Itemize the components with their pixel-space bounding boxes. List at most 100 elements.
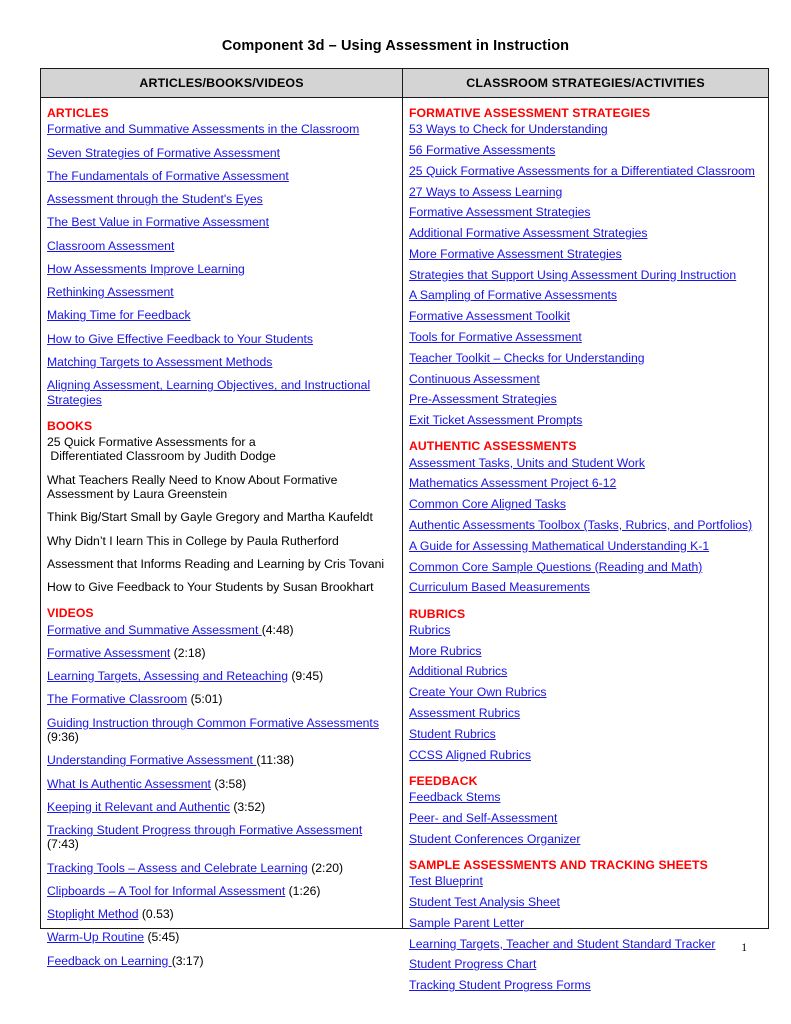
- resource-link-tools-for-formative-assessment[interactable]: Tools for Formative Assessment: [409, 330, 582, 344]
- resource-link-seven-strategies-of-formative-assessment[interactable]: Seven Strategies of Formative Assessment: [47, 146, 280, 160]
- resource-link-authentic-assessments-toolbox-tasks-rubrics-and-[interactable]: Authentic Assessments Toolbox (Tasks, Ru…: [409, 518, 752, 532]
- list-item: Assessment Tasks, Units and Student Work: [409, 456, 761, 470]
- resource-link-a-guide-for-assessing-mathematical-understanding[interactable]: A Guide for Assessing Mathematical Under…: [409, 539, 709, 553]
- video-duration: (2:20): [311, 860, 344, 875]
- resource-link-additional-rubrics[interactable]: Additional Rubrics: [409, 664, 507, 678]
- resource-link-53-ways-to-check-for-understanding[interactable]: 53 Ways to Check for Understanding: [409, 122, 608, 136]
- resource-link-rethinking-assessment[interactable]: Rethinking Assessment: [47, 285, 174, 299]
- resource-link-additional-formative-assessment-strategies[interactable]: Additional Formative Assessment Strategi…: [409, 226, 647, 240]
- resource-link-classroom-assessment[interactable]: Classroom Assessment: [47, 239, 174, 253]
- section-heading-videos: VIDEOS: [47, 606, 94, 621]
- video-duration: (3:17): [171, 953, 204, 968]
- list-item: Continuous Assessment: [409, 372, 761, 386]
- list-item: Student Progress Chart: [409, 957, 761, 971]
- list-item: Tools for Formative Assessment: [409, 330, 761, 344]
- right-column-content: FORMATIVE ASSESSMENT STRATEGIES 53 Ways t…: [403, 98, 768, 992]
- list-item: Why Didn’t I learn This in College by Pa…: [47, 534, 395, 548]
- resource-link-student-progress-chart[interactable]: Student Progress Chart: [409, 957, 536, 971]
- book-title-what-teachers-really-need-to-know-about-formativ: What Teachers Really Need to Know About …: [47, 472, 341, 501]
- list-item: 27 Ways to Assess Learning: [409, 185, 761, 199]
- resource-link-strategies-that-support-using-assessment-during-[interactable]: Strategies that Support Using Assessment…: [409, 268, 736, 282]
- list-item: Learning Targets, Assessing and Reteachi…: [47, 669, 395, 683]
- resource-link-formative-assessment[interactable]: Formative Assessment: [47, 646, 170, 660]
- resource-link-a-sampling-of-formative-assessments[interactable]: A Sampling of Formative Assessments: [409, 288, 617, 302]
- resource-link-feedback-on-learning[interactable]: Feedback on Learning: [47, 954, 172, 968]
- right-column-cell: FORMATIVE ASSESSMENT STRATEGIES 53 Ways t…: [402, 96, 769, 992]
- resource-link-formative-and-summative-assessments-in-the-class[interactable]: Formative and Summative Assessments in t…: [47, 122, 359, 136]
- resource-link-the-fundamentals-of-formative-assessment[interactable]: The Fundamentals of Formative Assessment: [47, 169, 289, 183]
- resource-link-tracking-tools-assess-and-celebrate-learning[interactable]: Tracking Tools – Assess and Celebrate Le…: [47, 861, 308, 875]
- resource-link-tracking-student-progress-through-formative-asse[interactable]: Tracking Student Progress through Format…: [47, 823, 362, 837]
- resource-link-warm-up-routine[interactable]: Warm-Up Routine: [47, 930, 144, 944]
- resource-link-assessment-through-the-student-s-eyes[interactable]: Assessment through the Student's Eyes: [47, 192, 263, 206]
- resource-link-common-core-sample-questions-reading-and-math[interactable]: Common Core Sample Questions (Reading an…: [409, 560, 702, 574]
- list-item: Student Conferences Organizer: [409, 832, 761, 846]
- list-item: Common Core Sample Questions (Reading an…: [409, 560, 761, 574]
- list-item: A Guide for Assessing Mathematical Under…: [409, 539, 761, 553]
- list-item: Additional Formative Assessment Strategi…: [409, 226, 761, 240]
- list-item: Stoplight Method (0.53): [47, 907, 395, 921]
- resource-link-56-formative-assessments[interactable]: 56 Formative Assessments: [409, 143, 555, 157]
- section-heading-authentic-assessments: AUTHENTIC ASSESSMENTS: [409, 439, 577, 454]
- resource-link-sample-parent-letter[interactable]: Sample Parent Letter: [409, 916, 524, 930]
- resource-link-student-rubrics[interactable]: Student Rubrics: [409, 727, 496, 741]
- resource-link-27-ways-to-assess-learning[interactable]: 27 Ways to Assess Learning: [409, 185, 562, 199]
- resource-link-guiding-instruction-through-common-formative-ass[interactable]: Guiding Instruction through Common Forma…: [47, 716, 379, 730]
- list-item: Warm-Up Routine (5:45): [47, 930, 395, 944]
- resource-link-assessment-rubrics[interactable]: Assessment Rubrics: [409, 706, 520, 720]
- resource-link-rubrics[interactable]: Rubrics: [409, 623, 450, 637]
- list-item: Think Big/Start Small by Gayle Gregory a…: [47, 510, 395, 524]
- book-title-think-big-start-small-by-gayle-gregory-and-marth: Think Big/Start Small by Gayle Gregory a…: [47, 510, 373, 525]
- resource-link-formative-and-summative-assessment[interactable]: Formative and Summative Assessment: [47, 623, 262, 637]
- resource-link-the-formative-classroom[interactable]: The Formative Classroom: [47, 692, 187, 706]
- resource-link-clipboards-a-tool-for-informal-assessment[interactable]: Clipboards – A Tool for Informal Assessm…: [47, 884, 285, 898]
- resource-link-the-best-value-in-formative-assessment[interactable]: The Best Value in Formative Assessment: [47, 215, 269, 229]
- resource-link-aligning-assessment-learning-objectives-and-inst[interactable]: Aligning Assessment, Learning Objectives…: [47, 378, 370, 406]
- video-duration: (3:52): [233, 799, 266, 814]
- list-item: More Rubrics: [409, 644, 761, 658]
- resource-link-ccss-aligned-rubrics[interactable]: CCSS Aligned Rubrics: [409, 748, 531, 762]
- resource-link-learning-targets-teacher-and-student-standard-tr[interactable]: Learning Targets, Teacher and Student St…: [409, 937, 715, 951]
- resources-table: ARTICLES/BOOKS/VIDEOS CLASSROOM STRATEGI…: [40, 67, 769, 992]
- list-item: Pre-Assessment Strategies: [409, 392, 761, 406]
- resource-link-matching-targets-to-assessment-methods[interactable]: Matching Targets to Assessment Methods: [47, 355, 272, 369]
- resource-link-common-core-aligned-tasks[interactable]: Common Core Aligned Tasks: [409, 497, 566, 511]
- resource-link-student-conferences-organizer[interactable]: Student Conferences Organizer: [409, 832, 580, 846]
- resource-link-stoplight-method[interactable]: Stoplight Method: [47, 907, 138, 921]
- resource-link-tracking-student-progress-forms[interactable]: Tracking Student Progress Forms: [409, 978, 591, 992]
- resource-link-formative-assessment-strategies[interactable]: Formative Assessment Strategies: [409, 205, 591, 219]
- list-item: Understanding Formative Assessment (11:3…: [47, 753, 395, 767]
- resource-link-continuous-assessment[interactable]: Continuous Assessment: [409, 372, 540, 386]
- resource-link-teacher-toolkit-checks-for-understanding[interactable]: Teacher Toolkit – Checks for Understandi…: [409, 351, 645, 365]
- resource-link-more-rubrics[interactable]: More Rubrics: [409, 644, 481, 658]
- resource-link-how-assessments-improve-learning[interactable]: How Assessments Improve Learning: [47, 262, 245, 276]
- resource-link-feedback-stems[interactable]: Feedback Stems: [409, 790, 500, 804]
- resource-link-making-time-for-feedback[interactable]: Making Time for Feedback: [47, 308, 191, 322]
- resource-link-formative-assessment-toolkit[interactable]: Formative Assessment Toolkit: [409, 309, 570, 323]
- document-page: Component 3d – Using Assessment in Instr…: [0, 0, 791, 1024]
- resource-link-how-to-give-effective-feedback-to-your-students[interactable]: How to Give Effective Feedback to Your S…: [47, 332, 313, 346]
- list-item: Additional Rubrics: [409, 664, 761, 678]
- resource-link-curriculum-based-measurements[interactable]: Curriculum Based Measurements: [409, 580, 590, 594]
- list-item: Formative Assessment (2:18): [47, 646, 395, 660]
- resource-link-test-blueprint[interactable]: Test Blueprint: [409, 874, 483, 888]
- resource-link-understanding-formative-assessment[interactable]: Understanding Formative Assessment: [47, 753, 256, 767]
- list-item: Teacher Toolkit – Checks for Understandi…: [409, 351, 761, 365]
- resource-link-mathematics-assessment-project-6-12[interactable]: Mathematics Assessment Project 6-12: [409, 476, 616, 490]
- list-item: Keeping it Relevant and Authentic (3:52): [47, 800, 395, 814]
- resource-link-what-is-authentic-assessment[interactable]: What Is Authentic Assessment: [47, 777, 211, 791]
- resource-link-student-test-analysis-sheet[interactable]: Student Test Analysis Sheet: [409, 895, 560, 909]
- resource-link-create-your-own-rubrics[interactable]: Create Your Own Rubrics: [409, 685, 547, 699]
- resource-link-25-quick-formative-assessments-for-a-differentia[interactable]: 25 Quick Formative Assessments for a Dif…: [409, 164, 755, 178]
- resource-link-pre-assessment-strategies[interactable]: Pre-Assessment Strategies: [409, 392, 557, 406]
- book-title-25-quick-formative-assessments-for-a-differentia: 25 Quick Formative Assessments for a Dif…: [47, 435, 276, 464]
- resource-link-keeping-it-relevant-and-authentic[interactable]: Keeping it Relevant and Authentic: [47, 800, 230, 814]
- resource-link-more-formative-assessment-strategies[interactable]: More Formative Assessment Strategies: [409, 247, 622, 261]
- list-item: How to Give Feedback to Your Students by…: [47, 580, 395, 594]
- resource-link-assessment-tasks-units-and-student-work[interactable]: Assessment Tasks, Units and Student Work: [409, 456, 645, 470]
- left-column-cell: ARTICLES Formative and Summative Assessme…: [40, 96, 403, 968]
- resource-link-learning-targets-assessing-and-reteaching[interactable]: Learning Targets, Assessing and Reteachi…: [47, 669, 288, 683]
- resource-link-peer-and-self-assessment[interactable]: Peer- and Self-Assessment: [409, 811, 557, 825]
- video-duration: (11:38): [256, 753, 295, 768]
- resource-link-exit-ticket-assessment-prompts[interactable]: Exit Ticket Assessment Prompts: [409, 413, 582, 427]
